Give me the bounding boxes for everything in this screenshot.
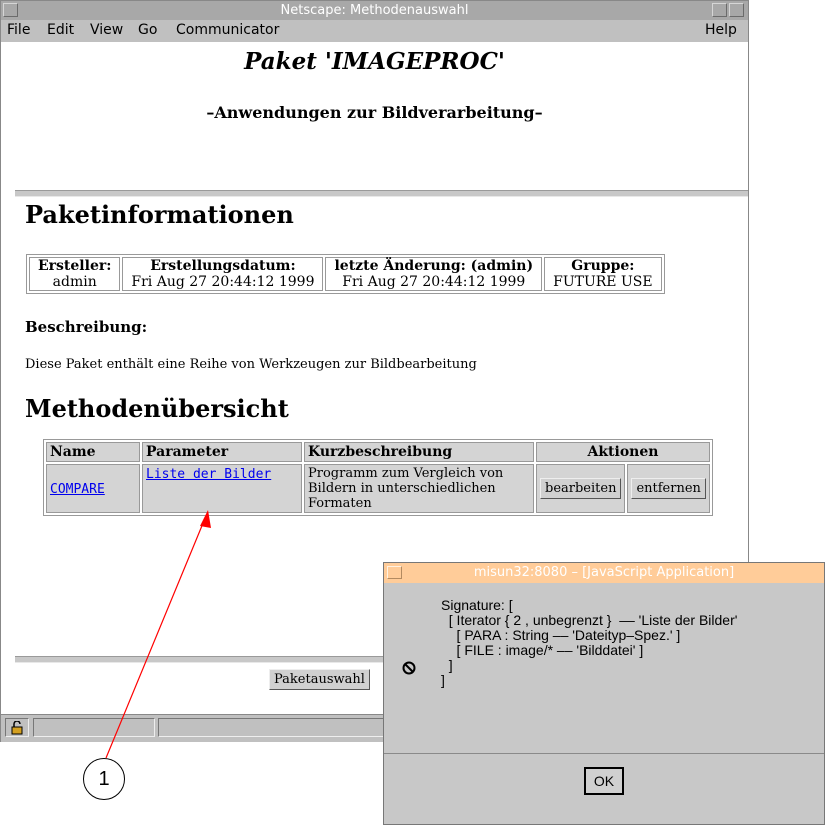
info-header-group: Gruppe: — [571, 258, 635, 274]
info-value-created: Fri Aug 27 20:44:12 1999 — [131, 274, 315, 290]
menu-go[interactable]: Go — [138, 22, 157, 38]
window-title: Netscape: Methodenauswahl — [280, 3, 469, 18]
dialog-separator — [384, 753, 824, 754]
description-label: Beschreibung: — [25, 318, 148, 336]
method-description-line: Programm zum Vergleich von — [308, 466, 504, 481]
method-description-line: Formaten — [308, 496, 372, 511]
method-header-actions: Aktionen — [536, 442, 710, 462]
info-value-creator: admin — [52, 274, 97, 290]
prohibit-icon — [402, 661, 416, 675]
menu-communicator[interactable]: Communicator — [176, 22, 279, 38]
package-info-table: Ersteller: admin Erstellungsdatum: Fri Aug… — [26, 254, 665, 294]
method-name-link[interactable]: COMPARE — [50, 482, 105, 497]
menu-view[interactable]: View — [90, 22, 123, 38]
javascript-dialog: misun32:8080 – [JavaScript Application] … — [383, 562, 825, 825]
security-lock-icon[interactable] — [5, 718, 29, 737]
info-value-modified: Fri Aug 27 20:44:12 1999 — [342, 274, 526, 290]
dialog-title: misun32:8080 – [JavaScript Application] — [473, 565, 735, 580]
dialog-menu-button[interactable] — [387, 566, 402, 579]
method-header-parameter: Parameter — [142, 442, 302, 462]
page-subtitle: –Anwendungen zur Bildverarbeitung– — [206, 103, 543, 122]
divider — [15, 190, 748, 197]
progress-field — [33, 718, 155, 737]
section-heading-info: Paketinformationen — [25, 200, 294, 229]
info-value-group: FUTURE USE — [553, 274, 653, 290]
dialog-line: ] — [441, 672, 445, 688]
description-text: Diese Paket enthält eine Reihe von Werkz… — [25, 357, 477, 372]
edit-button[interactable]: bearbeiten — [540, 478, 622, 499]
dialog-line: [ PARA : String –– 'Dateityp–Spez.' ] — [441, 627, 681, 643]
methods-table: Name Parameter Kurzbeschreibung Aktionen… — [43, 439, 713, 516]
info-header-created: Erstellungsdatum: — [150, 258, 296, 274]
dialog-line: ] — [441, 657, 453, 673]
dialog-line: Signature: [ — [441, 597, 513, 613]
callout-marker: 1 — [83, 758, 125, 800]
ok-button[interactable]: OK — [584, 767, 624, 795]
remove-button[interactable]: entfernen — [631, 478, 706, 499]
dialog-titlebar[interactable]: misun32:8080 – [JavaScript Application] — [384, 563, 824, 583]
parameter-link[interactable]: Liste der Bilder — [146, 467, 271, 482]
method-description-line: Bildern in unterschiedlichen — [308, 481, 496, 496]
method-header-name: Name — [46, 442, 140, 462]
section-heading-methods: Methodenübersicht — [25, 394, 289, 423]
window-menu-button[interactable] — [3, 3, 18, 17]
package-select-button[interactable]: Paketauswahl — [269, 669, 370, 690]
dialog-line: [ Iterator { 2 , unbegrenzt } –– 'Liste … — [441, 612, 738, 628]
page-title: Paket 'IMAGEPROC' — [244, 48, 505, 75]
dialog-message: Signature: [ [ Iterator { 2 , unbegrenzt… — [441, 598, 737, 688]
dialog-line: [ FILE : image/* –– 'Bilddatei' ] — [441, 642, 644, 658]
menu-bar: File Edit View Go Communicator Help — [1, 20, 748, 43]
method-header-description: Kurzbeschreibung — [304, 442, 534, 462]
menu-file[interactable]: File — [7, 22, 30, 38]
maximize-button[interactable] — [729, 3, 744, 17]
table-row: COMPARE Liste der Bilder Programm zum Ve… — [46, 464, 710, 513]
menu-edit[interactable]: Edit — [47, 22, 74, 38]
minimize-button[interactable] — [712, 3, 727, 17]
info-header-creator: Ersteller: — [38, 258, 112, 274]
info-header-modified: letzte Änderung: (admin) — [334, 258, 534, 274]
menu-help[interactable]: Help — [705, 22, 737, 38]
window-titlebar[interactable]: Netscape: Methodenauswahl — [1, 1, 748, 20]
